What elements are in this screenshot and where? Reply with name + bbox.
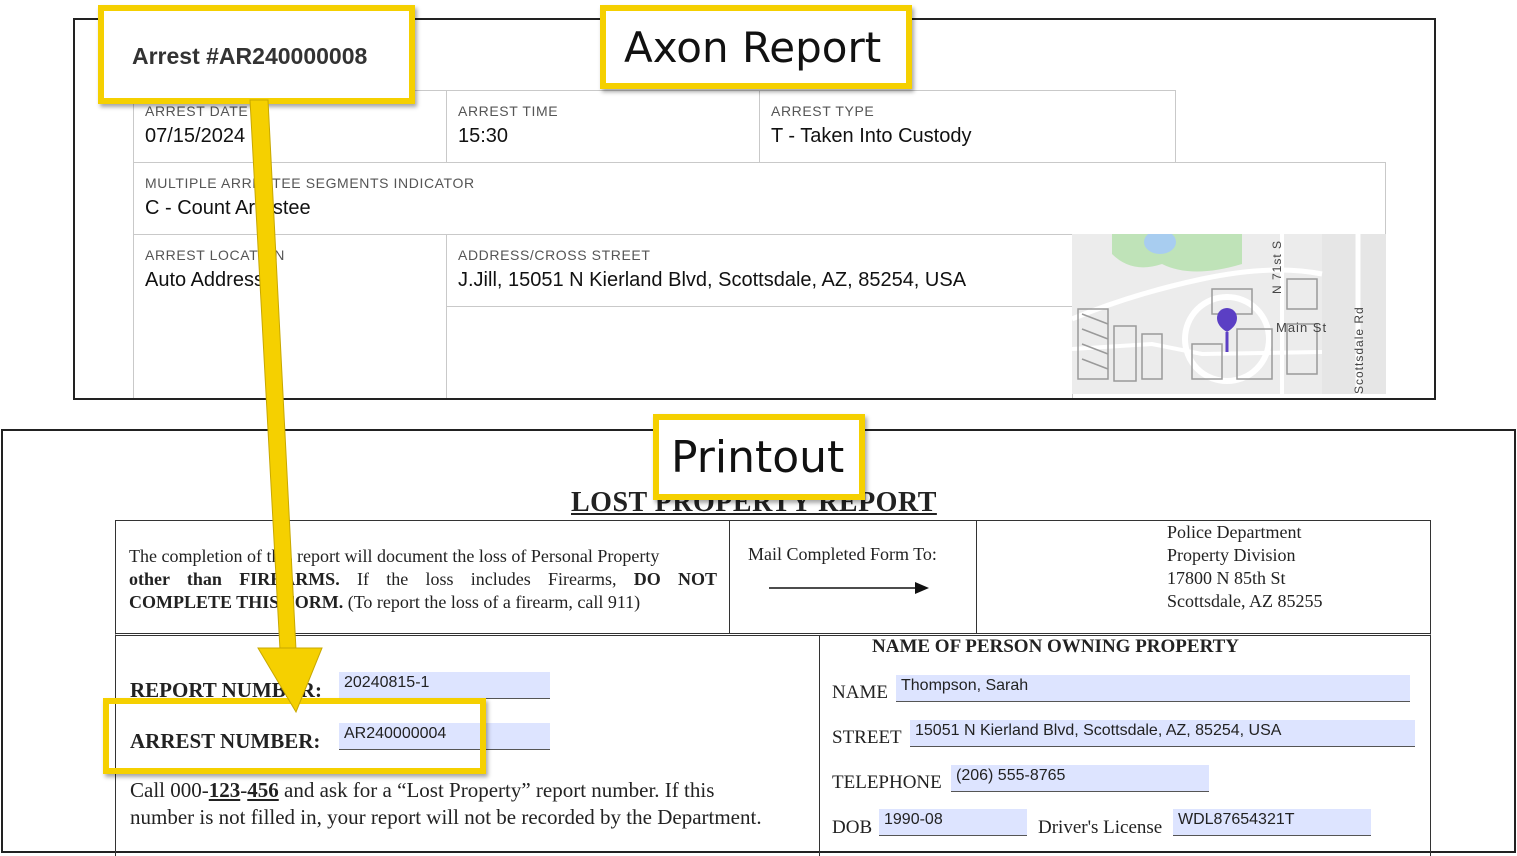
- table-divider-2: [976, 520, 977, 633]
- arrest-time-cell: ARREST TIME 15:30: [446, 90, 760, 163]
- call-suffix: and ask for a “Lost Property” report num…: [278, 778, 715, 802]
- intro-line-3-rest: (To report the loss of a firearm, call 9…: [343, 592, 641, 612]
- axon-report-callout-label: Axon Report: [624, 23, 882, 72]
- right-arrow-icon: [769, 582, 929, 594]
- call-line-1: Call 000-123-456 and ask for a “Lost Pro…: [130, 777, 762, 804]
- intro-line-2-bold: other than FIREARMS.: [129, 569, 340, 589]
- multiple-arrestee-label: MULTIPLE ARRESTEE SEGMENTS INDICATOR: [145, 175, 475, 191]
- address-line-1: Police Department: [1167, 522, 1302, 542]
- printout-callout-label: Printout: [671, 432, 845, 483]
- arrest-number-field-highlight: [103, 698, 486, 774]
- intro-line-3-bold: COMPLETE THIS FORM.: [129, 592, 344, 612]
- map-label-n71st: N 71st S: [1270, 239, 1284, 294]
- axon-report-callout: Axon Report: [600, 5, 912, 89]
- arrest-date-label: ARREST DATE: [145, 103, 249, 119]
- intro-text: The completion of this report will docum…: [129, 545, 717, 614]
- owner-name-field[interactable]: Thompson, Sarah: [896, 675, 1410, 702]
- owner-street-field[interactable]: 15051 N Kierland Blvd, Scottsdale, AZ, 8…: [910, 720, 1415, 747]
- printout-callout: Printout: [653, 414, 865, 500]
- mailing-address: Police Department Property Division 1780…: [1167, 521, 1323, 613]
- intro-line-1: The completion of this report will docum…: [129, 546, 660, 566]
- arrest-date-value: 07/15/2024: [145, 125, 246, 147]
- call-line-2: number is not filled in, your report wil…: [130, 805, 762, 829]
- table-divider-1: [729, 520, 730, 633]
- owner-heading: NAME OF PERSON OWNING PROPERTY: [872, 636, 1240, 657]
- location-map[interactable]: Main St N 71st S Scottsdale Rd: [1072, 234, 1386, 394]
- call-instructions: Call 000-123-456 and ask for a “Lost Pro…: [130, 777, 762, 831]
- intro-line-2-bold2: DO NOT: [633, 569, 717, 589]
- owner-street-label: STREET: [832, 727, 902, 748]
- intro-line-2: other than FIREARMS. If the loss include…: [129, 568, 717, 591]
- multiple-arrestee-cell: MULTIPLE ARRESTEE SEGMENTS INDICATOR C -…: [133, 162, 1386, 235]
- owner-name-label: NAME: [832, 682, 888, 703]
- mail-label: Mail Completed Form To:: [748, 544, 937, 564]
- report-number-field[interactable]: 20240815-1: [339, 672, 550, 699]
- owner-dob-label: DOB: [832, 817, 873, 838]
- address-value: J.Jill, 15051 N Kierland Blvd, Scottsdal…: [458, 269, 967, 291]
- drivers-license-field[interactable]: WDL87654321T: [1173, 809, 1371, 836]
- owner-dob-field[interactable]: 1990-08: [879, 809, 1027, 836]
- address-label: ADDRESS/CROSS STREET: [458, 247, 651, 263]
- arrest-type-label: ARREST TYPE: [771, 103, 875, 119]
- call-number-mid: 123: [208, 778, 241, 802]
- owner-telephone-field[interactable]: (206) 555-8765: [951, 765, 1209, 792]
- address-line-2: Property Division: [1167, 545, 1296, 565]
- arrest-location-cell: ARREST LOCATION Auto Address: [133, 234, 447, 398]
- arrest-time-value: 15:30: [458, 125, 509, 147]
- intro-line-2-rest: If the loss includes Firearms,: [339, 569, 634, 589]
- map-graphic: [1072, 234, 1386, 394]
- address-cell: ADDRESS/CROSS STREET J.Jill, 15051 N Kie…: [446, 234, 1073, 307]
- arrest-type-value: T - Taken Into Custody: [771, 125, 972, 147]
- drivers-license-label: Driver's License: [1038, 817, 1163, 838]
- arrest-title: Arrest #AR240000008: [132, 43, 368, 69]
- arrest-location-value: Auto Address: [145, 269, 264, 291]
- map-label-main-st: Main St: [1276, 320, 1328, 335]
- intro-line-3: COMPLETE THIS FORM. (To report the loss …: [129, 591, 717, 614]
- address-empty-area: [446, 306, 1073, 398]
- lower-divider: [819, 636, 820, 856]
- arrest-location-label: ARREST LOCATION: [145, 247, 285, 263]
- address-line-3: 17800 N 85th St: [1167, 568, 1286, 588]
- map-label-scottsdale-rd: Scottsdale Rd: [1352, 306, 1366, 394]
- address-line-4: Scottsdale, AZ 85255: [1167, 591, 1323, 611]
- arrest-time-label: ARREST TIME: [458, 103, 559, 119]
- arrest-type-cell: ARREST TYPE T - Taken Into Custody: [759, 90, 1176, 163]
- arrest-number-highlight: Arrest #AR240000008: [98, 5, 415, 104]
- call-number-end: 456: [247, 778, 279, 802]
- call-prefix: Call 000-: [130, 778, 209, 802]
- multiple-arrestee-value: C - Count Arrestee: [145, 197, 311, 219]
- owner-telephone-label: TELEPHONE: [832, 772, 942, 793]
